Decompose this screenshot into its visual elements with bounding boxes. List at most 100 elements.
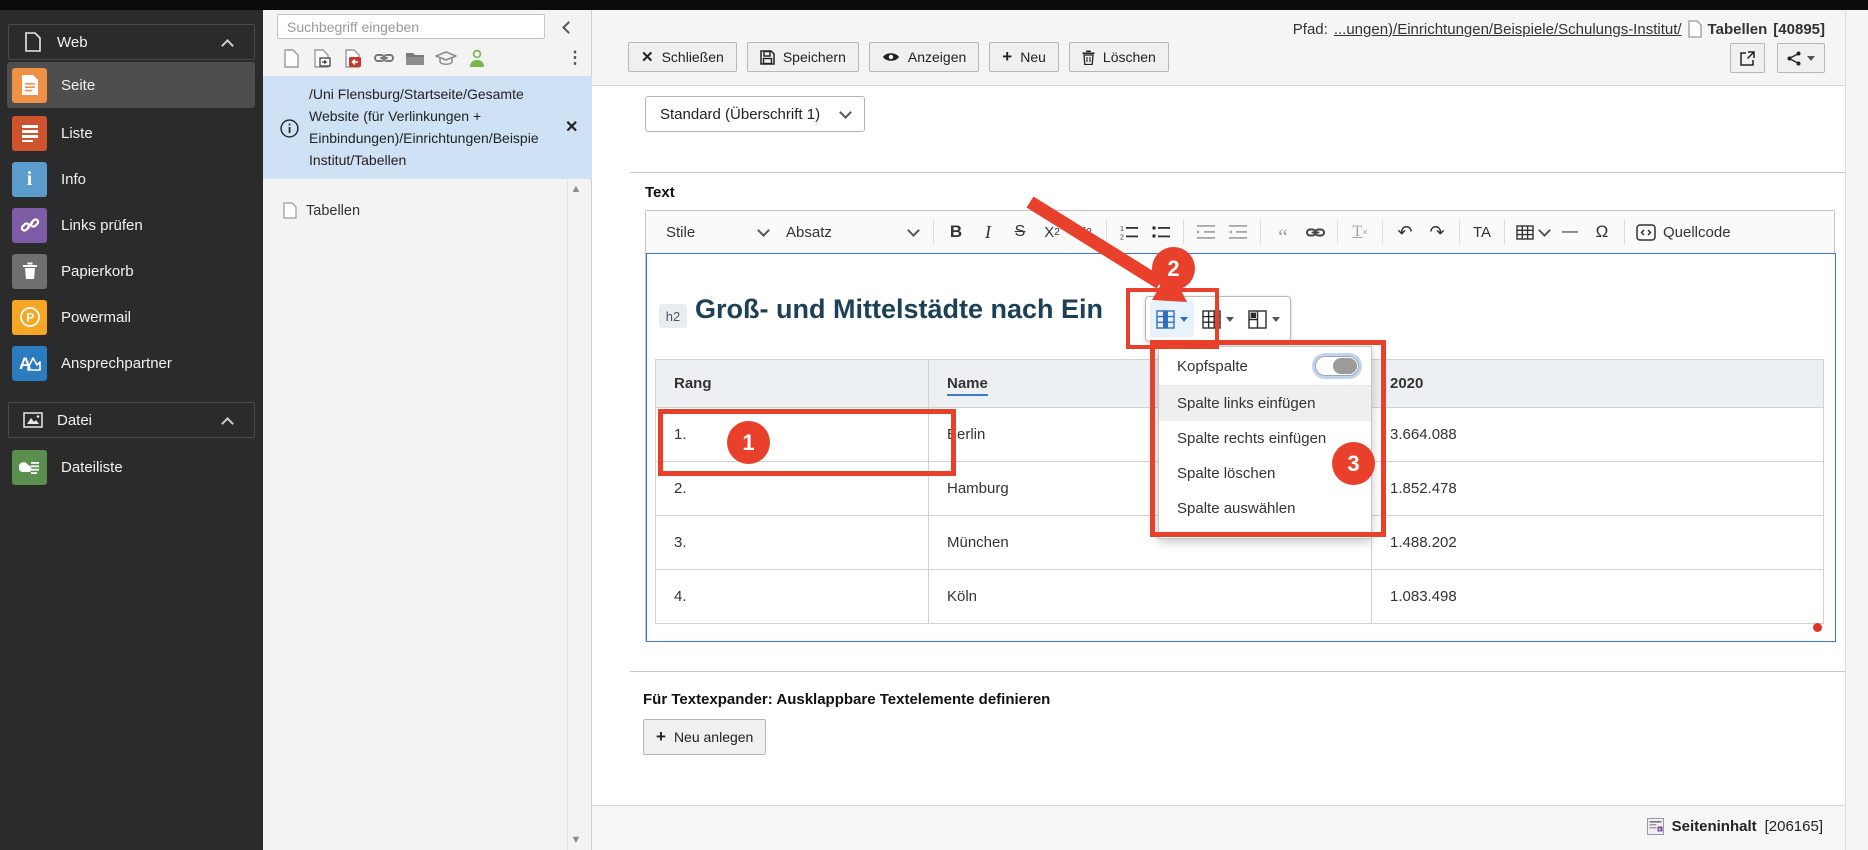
plus-icon: +: [656, 727, 666, 747]
page-icon: [1688, 20, 1702, 38]
italic-button[interactable]: I: [973, 218, 1003, 246]
page-mountpoint-icon[interactable]: [341, 46, 365, 70]
col-header-rang[interactable]: Rang: [656, 360, 929, 408]
paragraph-label: Absatz: [786, 224, 832, 241]
special-character-button[interactable]: Ω: [1587, 218, 1617, 246]
svg-text:1: 1: [1120, 226, 1124, 233]
new-page-icon[interactable]: [279, 46, 303, 70]
cell[interactable]: 1.488.202: [1372, 516, 1824, 570]
source-code-button[interactable]: Quellcode: [1632, 218, 1735, 246]
table-resize-handle[interactable]: [1813, 623, 1822, 632]
sidebar-item-liste[interactable]: Liste: [7, 110, 255, 156]
superscript-button[interactable]: X2: [1069, 218, 1099, 246]
save-button[interactable]: Speichern: [747, 42, 859, 72]
insert-link-button[interactable]: [1300, 218, 1330, 246]
page-icon: [12, 68, 47, 103]
indent-button[interactable]: [1191, 218, 1221, 246]
blockquote-button[interactable]: “: [1268, 218, 1298, 246]
view-label: Anzeigen: [908, 49, 966, 65]
scroll-up-arrow[interactable]: ▲: [568, 183, 584, 195]
scrollbar-track[interactable]: [567, 178, 568, 850]
cell[interactable]: 1.: [656, 408, 929, 462]
horizontal-line-button[interactable]: —: [1555, 218, 1585, 246]
page-icon: [283, 202, 297, 219]
user-icon[interactable]: [465, 46, 489, 70]
editor-heading[interactable]: Groß- und Mittelstädte nach Ein: [695, 294, 1103, 325]
paragraph-format-dropdown[interactable]: Absatz: [778, 218, 926, 246]
chevron-down-icon: [907, 224, 920, 237]
cell[interactable]: 1.852.478: [1372, 462, 1824, 516]
insert-table-button[interactable]: [1512, 218, 1553, 246]
cell[interactable]: 2.: [656, 462, 929, 516]
sidebar-item-powermail[interactable]: P Powermail: [7, 294, 255, 340]
undo-button[interactable]: ↶: [1390, 218, 1420, 246]
redo-button[interactable]: ↷: [1422, 218, 1452, 246]
folder-icon[interactable]: [403, 46, 427, 70]
search-input[interactable]: [277, 14, 545, 39]
path-link[interactable]: ...ungen)/Einrichtungen/Beispiele/Schulu…: [1334, 21, 1682, 38]
record-title: Tabellen: [1708, 21, 1768, 38]
selected-page-banner: /Uni Flensburg/Startseite/Gesamte Websit…: [263, 76, 592, 179]
cell[interactable]: 4.: [656, 570, 929, 624]
cell[interactable]: Köln: [929, 570, 1372, 624]
new-button[interactable]: + Neu: [989, 42, 1059, 72]
sidebar-item-label: Powermail: [61, 309, 131, 326]
toolbar-separator: [1106, 220, 1107, 244]
info-icon: i: [12, 162, 47, 197]
graduation-cap-icon[interactable]: [434, 46, 458, 70]
sidebar-item-papierkorb[interactable]: Papierkorb: [7, 248, 255, 294]
tree-node-tabellen[interactable]: Tabellen: [283, 202, 360, 219]
strikethrough-button[interactable]: S: [1005, 218, 1035, 246]
content-type-select[interactable]: Standard (Überschrift 1): [645, 96, 865, 132]
close-icon[interactable]: ✕: [565, 120, 578, 136]
sidebar-group-datei[interactable]: Datei: [8, 402, 255, 438]
delete-button[interactable]: Löschen: [1069, 42, 1169, 72]
kopfspalte-toggle[interactable]: [1315, 356, 1359, 376]
link-icon[interactable]: [372, 46, 396, 70]
cell[interactable]: 3.664.088: [1372, 408, 1824, 462]
svg-text:2: 2: [1120, 235, 1124, 241]
sidebar-item-links-pruefen[interactable]: Links prüfen: [7, 202, 255, 248]
column-options-button[interactable]: [1150, 301, 1194, 337]
outdent-button[interactable]: [1223, 218, 1253, 246]
sidebar-item-label: Links prüfen: [61, 217, 143, 234]
row-options-button[interactable]: [1196, 301, 1240, 337]
close-button[interactable]: ✕ Schließen: [628, 42, 737, 72]
numbered-list-button[interactable]: 12: [1114, 218, 1144, 246]
merge-cell-options-button[interactable]: [1242, 301, 1286, 337]
sidebar-item-dateiliste[interactable]: Dateiliste: [7, 444, 255, 490]
cell[interactable]: 1.083.498: [1372, 570, 1824, 624]
sidebar-group-web[interactable]: Web: [8, 24, 255, 60]
bullet-list-button[interactable]: [1146, 218, 1176, 246]
cell[interactable]: 3.: [656, 516, 929, 570]
menu-item-insert-column-left[interactable]: Spalte links einfügen: [1159, 386, 1371, 421]
scroll-down-arrow[interactable]: ▼: [568, 834, 584, 846]
share-button[interactable]: [1777, 43, 1825, 73]
toolbar-separator: [1382, 220, 1383, 244]
scroll-gutter[interactable]: [1845, 10, 1868, 850]
col-header-2020[interactable]: 2020: [1372, 360, 1824, 408]
pagetree-more-menu-icon[interactable]: ⋮: [566, 46, 584, 70]
bold-button[interactable]: B: [941, 218, 971, 246]
chevron-down-icon: [1180, 317, 1188, 322]
view-button[interactable]: Anzeigen: [869, 42, 979, 72]
list-icon: [12, 116, 47, 151]
menu-item-insert-column-right[interactable]: Spalte rechts einfügen: [1159, 421, 1371, 456]
menu-item-delete-column[interactable]: Spalte löschen: [1159, 456, 1371, 491]
section-divider: [630, 671, 1845, 672]
collapse-pagetree-button[interactable]: [555, 15, 581, 39]
remove-format-button[interactable]: T×: [1345, 218, 1375, 246]
styles-dropdown[interactable]: Stile: [658, 218, 776, 246]
menu-item-select-column[interactable]: Spalte auswählen: [1159, 491, 1371, 526]
chevron-left-icon: [562, 21, 575, 34]
page-shortcut-icon[interactable]: [310, 46, 334, 70]
page-tree-panel: ⋮ /Uni Flensburg/Startseite/Gesamte Webs…: [263, 10, 592, 850]
sidebar-item-info[interactable]: i Info: [7, 156, 255, 202]
sidebar-item-ansprechpartner[interactable]: A Ansprechpartner: [7, 340, 255, 386]
open-in-new-window-button[interactable]: [1730, 43, 1765, 73]
create-new-button[interactable]: + Neu anlegen: [643, 719, 766, 755]
menu-padding: [1159, 526, 1371, 538]
abbreviation-button[interactable]: TA: [1467, 218, 1497, 246]
subscript-button[interactable]: X2: [1037, 218, 1067, 246]
sidebar-item-seite[interactable]: Seite: [7, 62, 255, 108]
